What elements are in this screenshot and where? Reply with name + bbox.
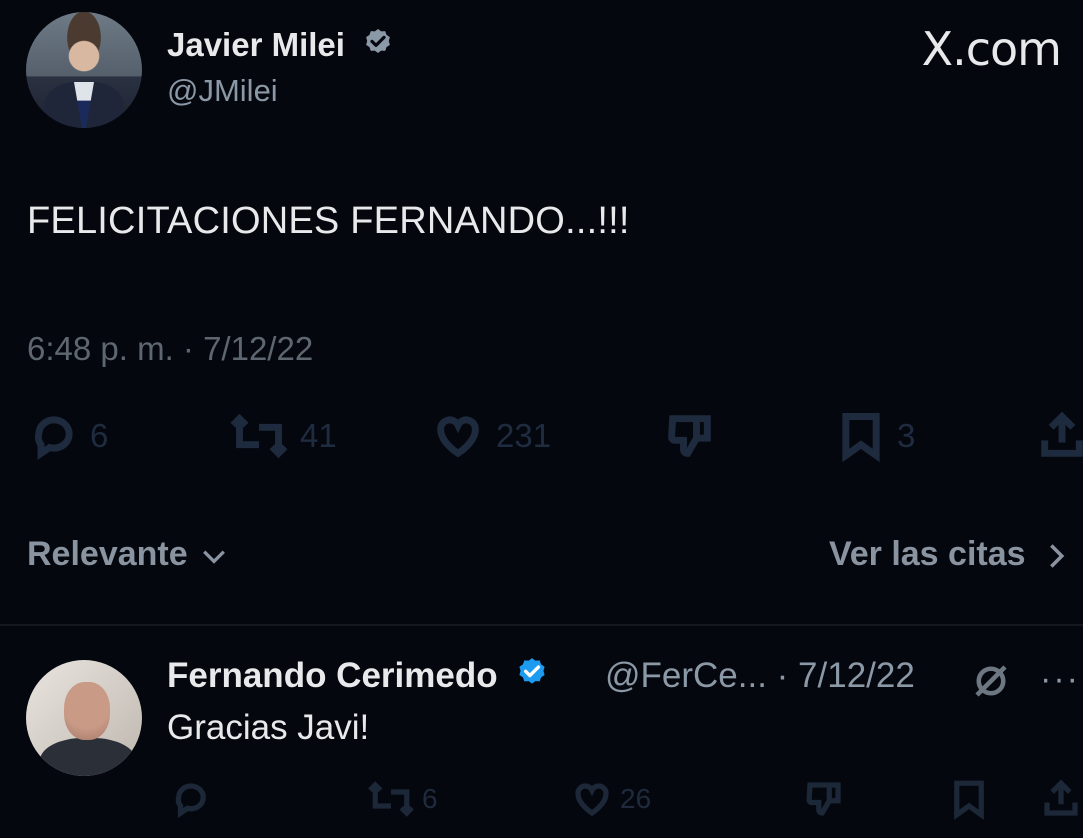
- share-button[interactable]: [1036, 410, 1083, 462]
- brand-watermark: X.com: [921, 22, 1062, 76]
- verified-badge-icon: [515, 656, 549, 699]
- tweet-text: FELICITACIONES FERNANDO...!!!: [27, 200, 630, 242]
- author-avatar[interactable]: [26, 12, 142, 128]
- reply-button[interactable]: 6: [28, 410, 108, 462]
- grok-icon: [975, 665, 1007, 697]
- reply-author-avatar[interactable]: [26, 660, 142, 776]
- retweet-count: 41: [300, 417, 337, 454]
- chevron-down-icon: [203, 550, 225, 564]
- tweet-timestamp[interactable]: 6:48 p. m. · 7/12/22: [27, 330, 313, 368]
- grok-button[interactable]: [970, 660, 1012, 707]
- reply-reply-button[interactable]: [170, 778, 212, 820]
- bookmark-icon: [954, 780, 984, 820]
- reply-author-name[interactable]: Fernando Cerimedo: [167, 656, 498, 695]
- reply-count: 6: [90, 417, 109, 454]
- reply-like-button[interactable]: 26: [570, 778, 651, 820]
- share-icon: [1044, 779, 1078, 816]
- reply-retweet-count: 6: [422, 783, 438, 814]
- author-name-row[interactable]: Javier Milei: [167, 26, 394, 67]
- bookmark-icon: [842, 413, 880, 462]
- like-icon: [437, 416, 479, 458]
- reply-bookmark-button[interactable]: [948, 778, 990, 820]
- like-button[interactable]: 231: [430, 410, 551, 462]
- like-icon: [575, 783, 609, 817]
- tweet-action-bar: 6 41 231 3: [0, 410, 1083, 470]
- bookmark-count: 3: [897, 417, 916, 454]
- reply-icon: [175, 783, 206, 818]
- section-divider: [0, 624, 1083, 626]
- sort-replies-dropdown[interactable]: Relevante: [27, 535, 227, 574]
- view-quotes-link[interactable]: Ver las citas: [829, 535, 1067, 574]
- retweet-icon: [368, 781, 414, 817]
- reply-retweet-button[interactable]: 6: [366, 778, 438, 820]
- like-count: 231: [496, 417, 552, 454]
- reply-author-row[interactable]: Fernando Cerimedo: [167, 656, 549, 699]
- reply-like-count: 26: [620, 783, 652, 814]
- retweet-icon: [230, 413, 288, 459]
- chevron-right-icon: [1050, 544, 1065, 568]
- more-options-button[interactable]: ···: [1040, 660, 1080, 699]
- brand-text: X.com: [921, 22, 1062, 76]
- reply-text: Gracias Javi!: [167, 708, 370, 747]
- reply-meta[interactable]: @FerCe... · 7/12/22: [605, 656, 915, 696]
- reply-share-button[interactable]: [1040, 778, 1082, 820]
- reply-action-bar: 6 26: [0, 778, 1083, 822]
- quotes-label: Ver las citas: [828, 535, 1026, 573]
- avatar-body: [40, 738, 136, 776]
- dislike-icon: [668, 415, 711, 457]
- verified-badge-icon: [362, 27, 394, 67]
- sort-label: Relevante: [27, 535, 188, 573]
- bookmark-button[interactable]: 3: [835, 410, 915, 462]
- author-handle[interactable]: @JMilei: [167, 73, 278, 109]
- share-icon: [1041, 411, 1083, 457]
- avatar-head: [64, 682, 110, 740]
- reply-icon: [34, 416, 73, 460]
- author-name[interactable]: Javier Milei: [167, 26, 345, 63]
- reply-dislike-button[interactable]: [802, 778, 846, 820]
- retweet-button[interactable]: 41: [228, 410, 337, 462]
- dislike-icon: [806, 782, 841, 816]
- dislike-button[interactable]: [662, 410, 718, 462]
- more-icon: ···: [1040, 660, 1080, 698]
